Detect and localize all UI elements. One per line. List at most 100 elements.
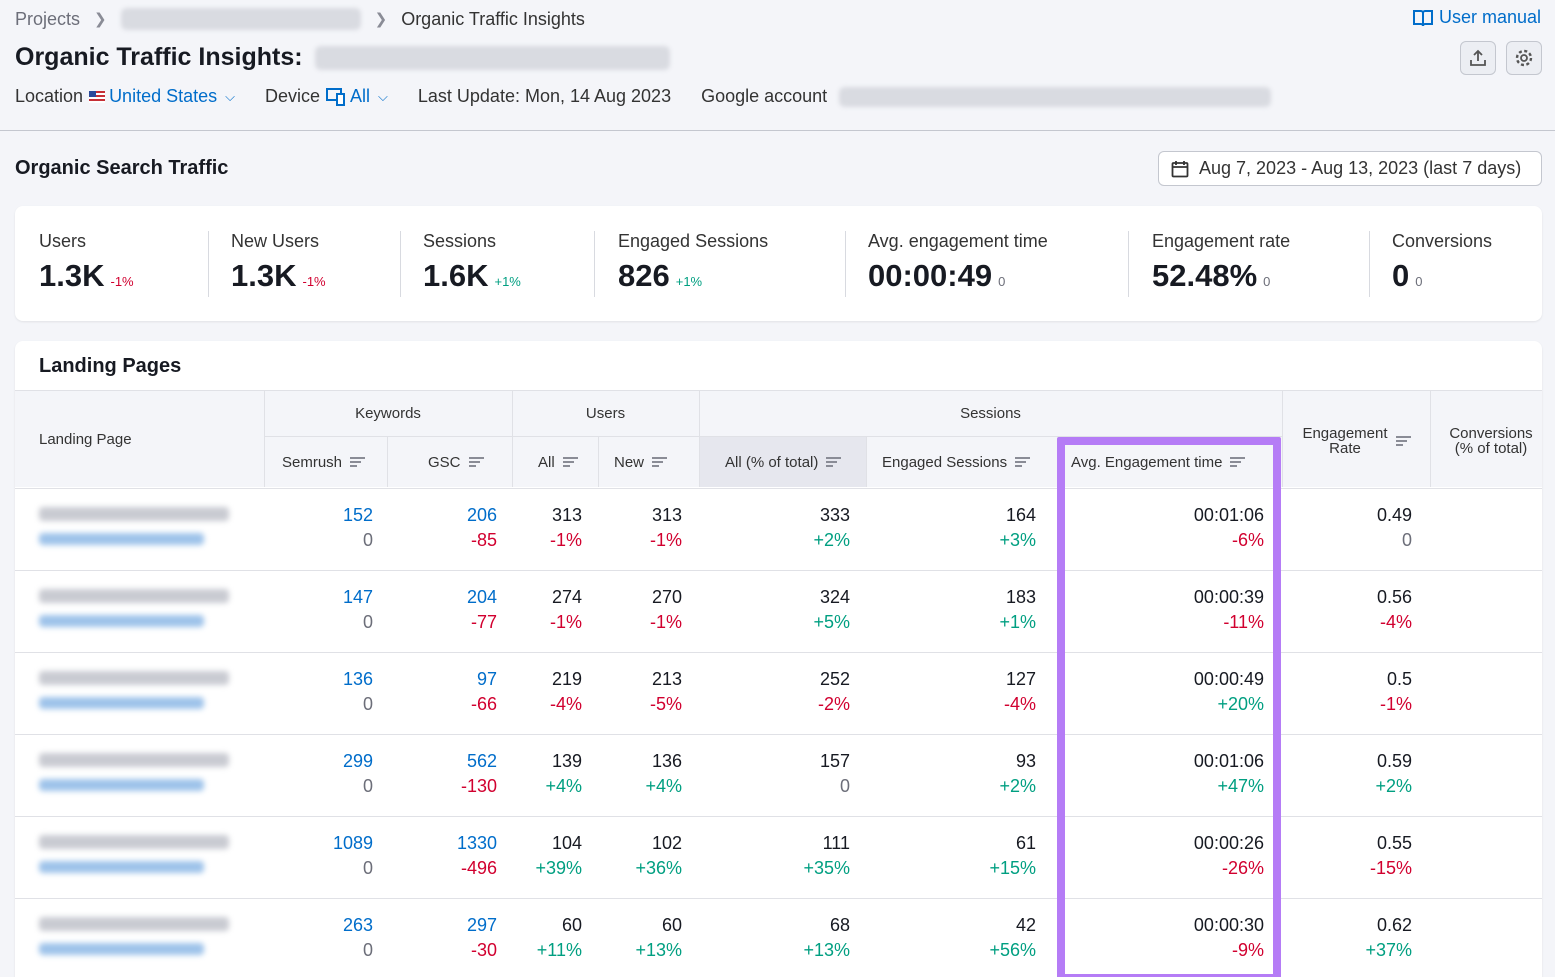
landing-page-redacted[interactable] bbox=[39, 671, 249, 709]
cell-engaged-sessions-delta: +15% bbox=[989, 858, 1036, 878]
cell-sessions-all-value: 111 bbox=[822, 833, 850, 853]
cell-gsc[interactable]: 206 -85 bbox=[467, 503, 497, 553]
cell-avg-engagement-time-delta: -6% bbox=[1231, 530, 1264, 550]
cell-gsc-value[interactable]: 297 bbox=[467, 913, 497, 938]
cell-gsc[interactable]: 562 -130 bbox=[461, 749, 497, 799]
cell-gsc-value[interactable]: 562 bbox=[461, 749, 497, 774]
device-dropdown[interactable]: All ⌵ bbox=[326, 86, 388, 107]
landing-page-redacted[interactable] bbox=[39, 917, 249, 955]
cell-avg-engagement-time-delta: -11% bbox=[1223, 612, 1264, 632]
cell-engagement-rate-delta: +37% bbox=[1365, 940, 1412, 960]
cell-semrush[interactable]: 152 0 bbox=[343, 503, 373, 553]
cell-sessions-all-delta: +2% bbox=[813, 530, 850, 550]
header-divider bbox=[866, 436, 867, 487]
col-users-new[interactable]: New bbox=[614, 450, 694, 474]
cell-semrush[interactable]: 1089 0 bbox=[333, 831, 373, 881]
export-button[interactable] bbox=[1460, 41, 1496, 75]
col-avg-engagement-time[interactable]: Avg. Engagement time bbox=[1071, 450, 1271, 474]
chevron-down-icon: ⌵ bbox=[378, 88, 388, 104]
cell-semrush[interactable]: 299 0 bbox=[343, 749, 373, 799]
col-gsc[interactable]: GSC bbox=[428, 450, 508, 474]
kpi-card: Avg. engagement time 00:00:49 0 bbox=[868, 231, 1048, 297]
cell-avg-engagement-time-value: 00:01:06 bbox=[1193, 505, 1264, 525]
kpi-card: Engaged Sessions 826 +1% bbox=[618, 231, 768, 297]
col-users-all[interactable]: All bbox=[538, 450, 598, 474]
cell-engagement-rate: 0.55 -15% bbox=[1370, 831, 1412, 881]
cell-semrush[interactable]: 263 0 bbox=[343, 913, 373, 963]
cell-semrush-value[interactable]: 263 bbox=[343, 913, 373, 938]
cell-engaged-sessions-value: 127 bbox=[1005, 669, 1036, 689]
cell-gsc-value[interactable]: 204 bbox=[467, 585, 497, 610]
cell-avg-engagement-time-delta: +20% bbox=[1217, 694, 1264, 714]
date-range-picker[interactable]: Aug 7, 2023 - Aug 13, 2023 (last 7 days) bbox=[1158, 151, 1542, 186]
cell-semrush[interactable]: 136 0 bbox=[343, 667, 373, 717]
cell-sessions-all: 333 +2% bbox=[813, 503, 850, 553]
col-semrush[interactable]: Semrush bbox=[282, 450, 392, 474]
kpi-value: 826 +1% bbox=[618, 258, 768, 294]
location-dropdown[interactable]: United States ⌵ bbox=[89, 86, 235, 107]
last-update: Last Update: Mon, 14 Aug 2023 bbox=[417, 86, 672, 106]
cell-sessions-all-value: 324 bbox=[819, 587, 850, 607]
cell-gsc-value[interactable]: 206 bbox=[467, 503, 497, 528]
table-row: 147 0 204 -77 274 -1% 270 -1% 324 +5% 183 +1% 00:00:… bbox=[15, 570, 1542, 652]
col-conversions-line2: (% of total) bbox=[1454, 440, 1528, 457]
landing-page-url-redacted[interactable] bbox=[39, 533, 204, 545]
landing-page-url-redacted[interactable] bbox=[39, 779, 204, 791]
cell-semrush-value[interactable]: 1089 bbox=[333, 831, 373, 856]
cell-gsc-value[interactable]: 1330 bbox=[457, 831, 497, 856]
kpi-label: Engaged Sessions bbox=[618, 231, 769, 251]
kpi-label: Engagement rate bbox=[1152, 231, 1291, 251]
breadcrumb-projects[interactable]: Projects bbox=[15, 9, 80, 30]
cell-engaged-sessions-delta: +2% bbox=[999, 776, 1036, 796]
cell-gsc-value[interactable]: 97 bbox=[471, 667, 497, 692]
landing-page-redacted[interactable] bbox=[39, 835, 249, 873]
kpi-value: 00 bbox=[1392, 258, 1492, 294]
landing-page-url-redacted[interactable] bbox=[39, 861, 204, 873]
landing-page-url-redacted[interactable] bbox=[39, 697, 204, 709]
cell-engagement-rate: 0.59 +2% bbox=[1375, 749, 1412, 799]
landing-page-url-redacted[interactable] bbox=[39, 615, 204, 627]
cell-gsc[interactable]: 204 -77 bbox=[467, 585, 497, 635]
breadcrumb-project-redacted[interactable] bbox=[120, 8, 361, 30]
cell-sessions-all-value: 68 bbox=[829, 915, 850, 935]
cell-semrush[interactable]: 147 0 bbox=[343, 585, 373, 635]
cell-engagement-rate-delta: +2% bbox=[1375, 776, 1412, 796]
cell-semrush-delta: 0 bbox=[362, 694, 373, 714]
kpi-card: Engagement rate 52.48% 0 bbox=[1152, 231, 1290, 297]
cell-gsc[interactable]: 97 -66 bbox=[471, 667, 497, 717]
kpi-value: 52.48% 0 bbox=[1152, 258, 1290, 294]
cell-engaged-sessions-delta: +3% bbox=[999, 530, 1036, 550]
col-engaged-sessions[interactable]: Engaged Sessions bbox=[882, 450, 1057, 474]
kpi-value: 1.3K -1% bbox=[39, 258, 134, 294]
kpi-number: 52.48% bbox=[1152, 258, 1258, 293]
col-engagement-rate[interactable]: Engagement Rate bbox=[1283, 423, 1430, 459]
page-title: Organic Traffic Insights: bbox=[15, 43, 670, 72]
cell-gsc[interactable]: 297 -30 bbox=[467, 913, 497, 963]
cell-semrush-value[interactable]: 147 bbox=[343, 585, 373, 610]
landing-page-redacted[interactable] bbox=[39, 507, 249, 545]
cell-engagement-rate-delta: -15% bbox=[1369, 858, 1412, 878]
cell-avg-engagement-time-value: 00:00:39 bbox=[1193, 587, 1264, 607]
user-manual-link[interactable]: User manual bbox=[1412, 7, 1541, 28]
cell-gsc[interactable]: 1330 -496 bbox=[457, 831, 497, 881]
cell-semrush-value[interactable]: 152 bbox=[343, 503, 373, 528]
cell-users-new-value: 270 bbox=[651, 587, 682, 607]
kpi-value: 1.6K +1% bbox=[423, 258, 521, 294]
cell-users-new-delta: -5% bbox=[649, 694, 682, 714]
col-sessions-all[interactable]: All (% of total) bbox=[725, 450, 865, 474]
landing-page-redacted[interactable] bbox=[39, 753, 249, 791]
cell-users-new: 213 -5% bbox=[650, 667, 682, 717]
kpi-number: 1.3K bbox=[39, 258, 105, 293]
cell-sessions-all: 68 +13% bbox=[803, 913, 850, 963]
project-meta: Location United States ⌵ Device All ⌵ La… bbox=[15, 86, 1272, 107]
cell-users-all-delta: +4% bbox=[545, 776, 582, 796]
cell-semrush-value[interactable]: 136 bbox=[343, 667, 373, 692]
cell-users-new-value: 313 bbox=[651, 505, 682, 525]
settings-button[interactable] bbox=[1506, 41, 1542, 75]
landing-page-redacted[interactable] bbox=[39, 589, 249, 627]
cell-sessions-all-delta: +13% bbox=[803, 940, 850, 960]
landing-page-url-redacted[interactable] bbox=[39, 943, 204, 955]
cell-semrush-value[interactable]: 299 bbox=[343, 749, 373, 774]
col-engagement-rate-label: Engagement Rate bbox=[1302, 426, 1387, 456]
col-conversions[interactable]: Conversions (% of total) bbox=[1431, 423, 1542, 459]
